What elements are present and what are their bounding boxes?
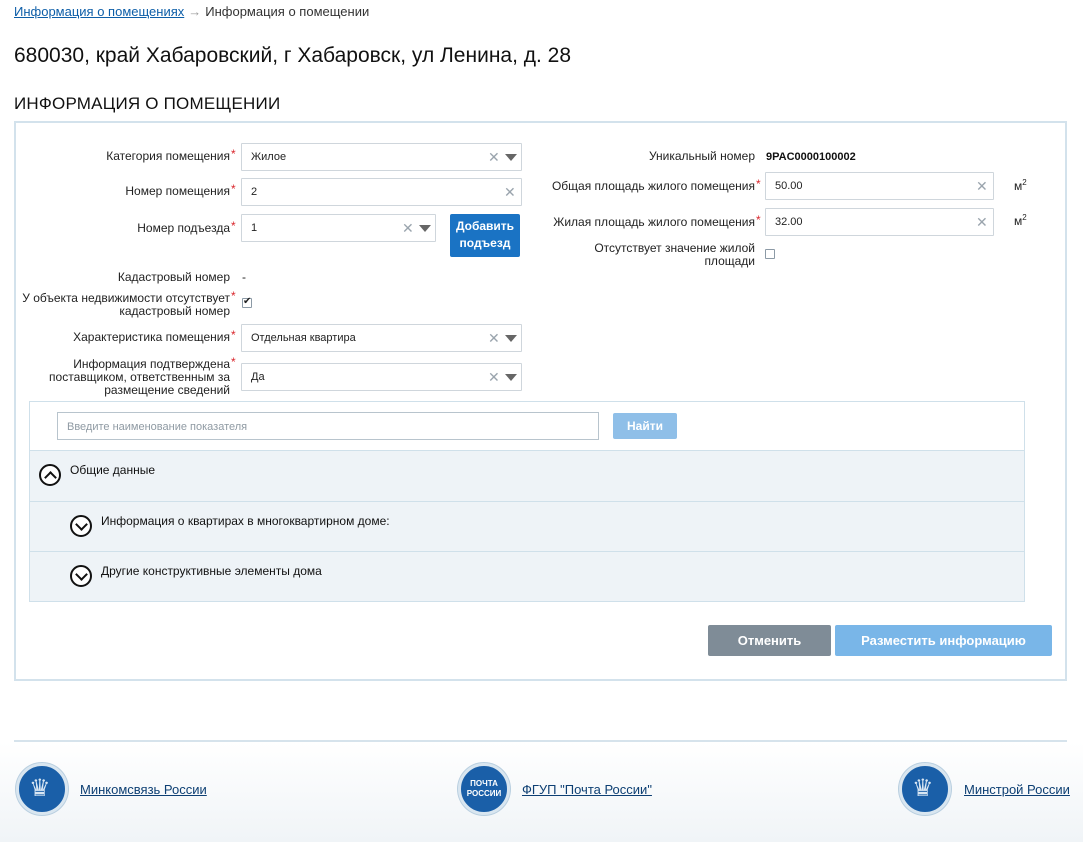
confirmed-select[interactable]: Да ✕	[241, 363, 522, 391]
no-cadastral-label-line2: кадастровый номер	[119, 304, 230, 318]
no-cadastral-checkbox[interactable]	[242, 296, 252, 308]
footer-link-pochta[interactable]: ФГУП "Почта России"	[522, 782, 652, 797]
room-number-input[interactable]: 2 ✕	[241, 178, 522, 206]
total-area-unit: м2	[1014, 178, 1027, 193]
cancel-button[interactable]: Отменить	[708, 625, 831, 656]
accordion-label[interactable]: Общие данные	[70, 463, 155, 477]
collapse-icon[interactable]	[39, 464, 61, 486]
accordion-label[interactable]: Информация о квартирах в многоквартирном…	[101, 514, 390, 528]
category-select[interactable]: Жилое ✕	[241, 143, 522, 171]
living-area-unit: м2	[1014, 213, 1027, 228]
cadastral-label: Кадастровый номер	[117, 270, 230, 284]
coat-of-arms-icon: ♛	[16, 763, 68, 815]
accordion-general-data[interactable]	[30, 450, 1024, 501]
breadcrumb: Информация о помещениях → Информация о пом…	[14, 4, 369, 19]
required-mark: *	[231, 182, 236, 196]
clear-icon[interactable]: ✕	[402, 221, 414, 235]
clear-icon[interactable]: ✕	[976, 215, 988, 229]
unique-number-value: 9PAC0000100002	[766, 151, 856, 163]
required-mark: *	[231, 147, 236, 161]
add-entrance-button[interactable]: Добавить подъезд	[450, 214, 520, 257]
dropdown-arrow-icon[interactable]	[505, 335, 517, 342]
expand-icon[interactable]	[70, 565, 92, 587]
footer-divider	[14, 740, 1067, 742]
confirmed-label: Информация подтверждена поставщиком, отв…	[20, 358, 230, 397]
category-label: Категория помещения	[106, 149, 230, 163]
pochta-logo-icon: ПОЧТА РОССИИ	[458, 763, 510, 815]
page-title: 680030, край Хабаровский, г Хабаровск, у…	[14, 44, 572, 67]
add-entrance-button-line1: Добавить	[455, 219, 515, 233]
breadcrumb-current: Информация о помещении	[205, 4, 370, 19]
entrance-select[interactable]: 1 ✕	[241, 214, 436, 242]
cadastral-value: -	[242, 270, 246, 284]
breadcrumb-separator: →	[188, 4, 202, 19]
characteristic-label: Характеристика помещения	[73, 330, 230, 344]
room-number-label: Номер помещения	[125, 184, 230, 198]
required-mark: *	[231, 328, 236, 342]
find-button[interactable]: Найти	[613, 413, 677, 439]
living-area-value: 32.00	[775, 216, 803, 228]
required-mark: *	[231, 219, 236, 233]
total-area-label: Общая площадь жилого помещения	[551, 179, 755, 193]
characteristic-value: Отдельная квартира	[251, 332, 356, 344]
clear-icon[interactable]: ✕	[488, 331, 500, 345]
total-area-input[interactable]: 50.00 ✕	[765, 172, 994, 200]
no-living-area-label-line2: площади	[704, 254, 755, 268]
total-area-value: 50.00	[775, 180, 803, 192]
entrance-value: 1	[251, 222, 258, 234]
clear-icon[interactable]: ✕	[488, 370, 500, 384]
unique-number-label: Уникальный номер	[648, 149, 755, 163]
add-entrance-button-line2: подъезд	[459, 236, 511, 250]
clear-icon[interactable]: ✕	[976, 179, 988, 193]
section-title: ИНФОРМАЦИЯ О ПОМЕЩЕНИИ	[14, 94, 281, 113]
footer-link-minstroy[interactable]: Минстрой России	[964, 782, 1070, 797]
indicator-search-placeholder: Введите наименование показателя	[67, 421, 248, 433]
dropdown-arrow-icon[interactable]	[505, 374, 517, 381]
expand-icon[interactable]	[70, 515, 92, 537]
no-cadastral-label: У объекта недвижимости отсутствует кадас…	[20, 292, 230, 318]
submit-button[interactable]: Разместить информацию	[835, 625, 1052, 656]
required-mark: *	[756, 213, 761, 227]
living-area-label: Жилая площадь жилого помещения	[553, 215, 755, 229]
confirmed-label-line3: размещение сведений	[104, 383, 230, 397]
required-mark: *	[231, 355, 236, 369]
room-number-value: 2	[251, 186, 258, 198]
footer-link-minkomsvyaz[interactable]: Минкомсвязь России	[80, 782, 207, 797]
clear-icon[interactable]: ✕	[504, 185, 516, 199]
category-value: Жилое	[251, 151, 287, 163]
accordion-label[interactable]: Другие конструктивные элементы дома	[101, 564, 322, 578]
dropdown-arrow-icon[interactable]	[505, 154, 517, 161]
clear-icon[interactable]: ✕	[488, 150, 500, 164]
indicator-search-input[interactable]: Введите наименование показателя	[57, 412, 599, 440]
pochta-logo-line1: ПОЧТА	[470, 779, 498, 788]
entrance-label: Номер подъезда	[137, 221, 230, 235]
dropdown-arrow-icon[interactable]	[419, 225, 431, 232]
characteristic-select[interactable]: Отдельная квартира ✕	[241, 324, 522, 352]
required-mark: *	[756, 177, 761, 191]
breadcrumb-parent-link[interactable]: Информация о помещениях	[14, 4, 184, 19]
pochta-logo-line2: РОССИИ	[466, 789, 502, 798]
no-living-area-label: Отсутствует значение жилой площади	[560, 242, 755, 268]
required-mark: *	[231, 289, 236, 303]
living-area-input[interactable]: 32.00 ✕	[765, 208, 994, 236]
no-living-area-checkbox[interactable]	[765, 249, 775, 259]
confirmed-value: Да	[251, 371, 265, 383]
coat-of-arms-icon: ♛	[899, 763, 951, 815]
